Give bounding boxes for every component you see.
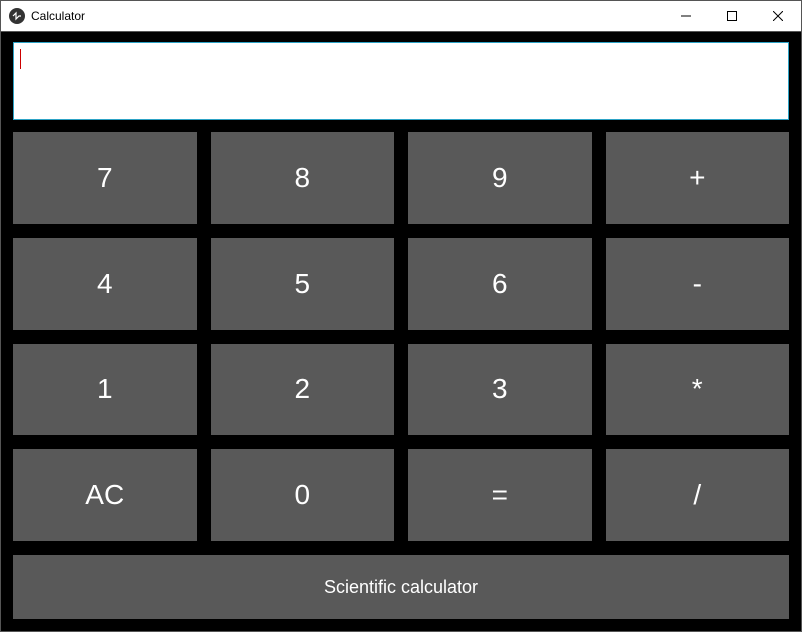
window-title: Calculator bbox=[31, 9, 85, 23]
key-equals[interactable]: = bbox=[408, 449, 592, 541]
key-clear[interactable]: AC bbox=[13, 449, 197, 541]
close-button[interactable] bbox=[755, 1, 801, 31]
title-bar-left: Calculator bbox=[9, 8, 85, 24]
key-5[interactable]: 5 bbox=[211, 238, 395, 330]
key-multiply[interactable]: * bbox=[606, 344, 790, 436]
key-2[interactable]: 2 bbox=[211, 344, 395, 436]
key-1[interactable]: 1 bbox=[13, 344, 197, 436]
key-3[interactable]: 3 bbox=[408, 344, 592, 436]
app-icon bbox=[9, 8, 25, 24]
display-input[interactable] bbox=[13, 42, 789, 120]
maximize-button[interactable] bbox=[709, 1, 755, 31]
minimize-button[interactable] bbox=[663, 1, 709, 31]
keypad: 7 8 9 + 4 5 6 - 1 2 3 * AC 0 = / Scienti… bbox=[13, 132, 789, 619]
key-9[interactable]: 9 bbox=[408, 132, 592, 224]
window-controls bbox=[663, 1, 801, 31]
key-minus[interactable]: - bbox=[606, 238, 790, 330]
key-8[interactable]: 8 bbox=[211, 132, 395, 224]
text-cursor bbox=[20, 49, 21, 69]
scientific-calculator-button[interactable]: Scientific calculator bbox=[13, 555, 789, 619]
key-divide[interactable]: / bbox=[606, 449, 790, 541]
title-bar: Calculator bbox=[1, 1, 801, 32]
key-0[interactable]: 0 bbox=[211, 449, 395, 541]
key-7[interactable]: 7 bbox=[13, 132, 197, 224]
key-4[interactable]: 4 bbox=[13, 238, 197, 330]
key-6[interactable]: 6 bbox=[408, 238, 592, 330]
calculator-body: 7 8 9 + 4 5 6 - 1 2 3 * AC 0 = / Scienti… bbox=[1, 32, 801, 631]
key-plus[interactable]: + bbox=[606, 132, 790, 224]
